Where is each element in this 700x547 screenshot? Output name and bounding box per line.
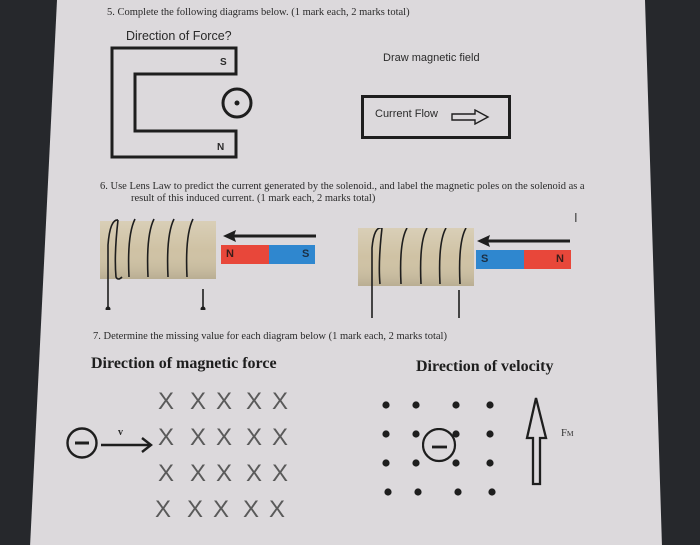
field-x-mark: X — [272, 388, 289, 415]
field-x-mark: X — [158, 424, 175, 451]
field-dot-mark — [382, 459, 390, 467]
q7-prompt: 7. Determine the missing value for each … — [93, 331, 447, 342]
velocity-label: v — [118, 427, 123, 438]
bar-magnet-2-north: N — [524, 250, 571, 269]
field-x-mark: X — [246, 388, 263, 415]
field-dot-mark — [412, 430, 420, 438]
bar-magnet-1-north-label: N — [226, 248, 234, 260]
magnet-pole-n: N — [217, 142, 225, 153]
field-dot-mark — [452, 401, 460, 409]
negative-charge-icon-2 — [422, 428, 457, 463]
field-x-mark: X — [190, 424, 207, 451]
field-dot-mark — [486, 459, 494, 467]
motion-arrow-1 — [223, 230, 316, 242]
field-x-mark: X — [158, 460, 175, 487]
q5-right-title: Draw magnetic field — [383, 52, 480, 64]
field-x-mark: X — [155, 496, 172, 523]
bar-magnet-1-north: N — [221, 245, 269, 264]
magnet-pole-s: S — [220, 57, 227, 68]
field-dot-mark — [486, 401, 494, 409]
field-x-mark: X — [246, 424, 263, 451]
q6-prompt-line2: result of this induced current. (1 mark … — [131, 193, 376, 204]
bar-magnet-1-south: S — [269, 245, 315, 264]
q7-right-title: Direction of velocity — [416, 358, 554, 375]
negative-charge-with-velocity — [66, 427, 153, 459]
field-dot-mark — [488, 488, 496, 496]
text-cursor-icon: I — [574, 210, 578, 225]
q5-prompt: 5. Complete the following diagrams below… — [107, 7, 410, 18]
hollow-right-arrow-icon — [451, 109, 490, 125]
magnetic-force-arrow-icon — [525, 397, 548, 486]
current-flow-label: Current Flow — [375, 108, 438, 120]
field-dot-mark — [382, 430, 390, 438]
field-dot-mark — [454, 488, 462, 496]
bar-magnet-2-south-label: S — [481, 253, 489, 265]
q6-prompt-line1: 6. Use Lens Law to predict the current g… — [100, 181, 585, 192]
field-dot-mark — [486, 430, 494, 438]
current-flow-box: Current Flow — [361, 95, 511, 139]
field-x-mark: X — [216, 388, 233, 415]
field-dot-mark — [414, 488, 422, 496]
field-x-mark: X — [272, 460, 289, 487]
field-x-mark: X — [272, 424, 289, 451]
field-x-mark: X — [243, 496, 260, 523]
q5-left-title: Direction of Force? — [126, 29, 232, 43]
current-out-of-page-icon — [221, 87, 253, 119]
solenoid-1 — [100, 218, 216, 310]
field-dot-mark — [384, 488, 392, 496]
bar-magnet-2-north-label: N — [556, 253, 564, 265]
q7-left-title: Direction of magnetic force — [91, 355, 277, 372]
field-x-mark: X — [187, 496, 204, 523]
bar-magnet-1-south-label: S — [302, 248, 310, 260]
field-x-mark: X — [269, 496, 286, 523]
field-into-page-grid: XXXXXXXXXXXXXXXXXXXX — [155, 388, 308, 528]
field-dot-mark — [412, 401, 420, 409]
force-label-subscript: M — [566, 429, 574, 438]
bar-magnet-2-south: S — [476, 250, 524, 269]
field-x-mark: X — [190, 460, 207, 487]
field-dot-mark — [382, 401, 390, 409]
field-x-mark: X — [216, 424, 233, 451]
field-x-mark: X — [216, 460, 233, 487]
field-x-mark: X — [213, 496, 230, 523]
motion-arrow-2 — [477, 235, 570, 247]
field-x-mark: X — [190, 388, 207, 415]
force-label: FM — [561, 428, 574, 439]
field-x-mark: X — [158, 388, 175, 415]
field-dot-mark — [412, 459, 420, 467]
field-x-mark: X — [246, 460, 263, 487]
